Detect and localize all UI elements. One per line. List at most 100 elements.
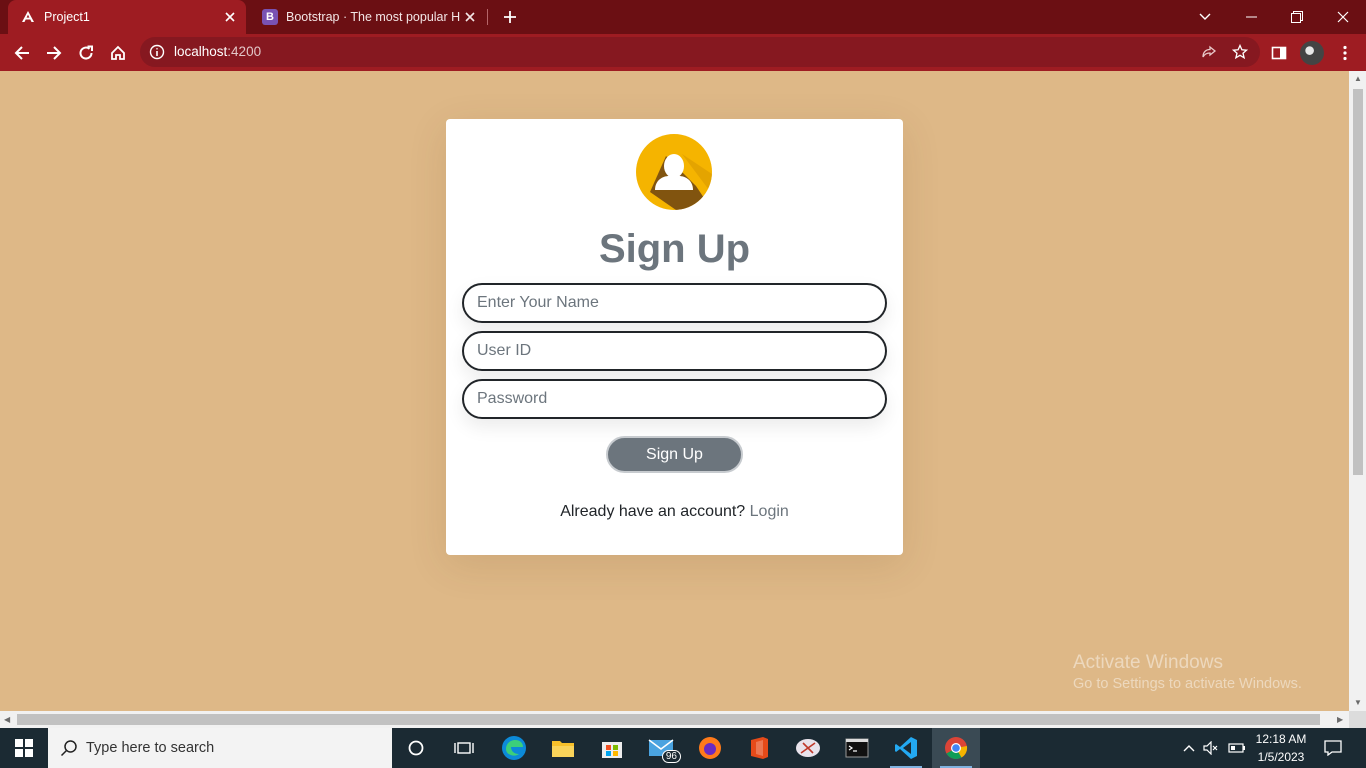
volume-button[interactable] (1200, 728, 1222, 768)
snipping-tool-icon (796, 739, 820, 757)
address-bar[interactable]: localhost:4200 (140, 37, 1260, 67)
close-window-button[interactable] (1320, 0, 1366, 34)
vscode-app[interactable] (882, 728, 930, 768)
page-title: Sign Up (598, 227, 751, 271)
url-host: localhost (174, 44, 228, 59)
home-icon (111, 45, 125, 60)
name-input[interactable] (462, 283, 887, 323)
folder-icon (552, 741, 574, 757)
office-app[interactable] (735, 728, 783, 768)
windows-taskbar: Type here to search 96 12:18 AM 1/5/2023 (0, 728, 1366, 768)
start-button[interactable] (0, 728, 48, 768)
edge-app[interactable] (490, 728, 538, 768)
scrollbar-corner (1349, 711, 1366, 728)
bookmark-button[interactable] (1226, 38, 1254, 66)
windows-logo-icon (15, 739, 33, 757)
url-text: localhost:4200 (174, 44, 261, 59)
tab-title: Project1 (44, 10, 90, 24)
menu-button[interactable] (1331, 39, 1359, 67)
signup-button[interactable]: Sign Up (606, 436, 743, 473)
battery-icon (1228, 743, 1245, 753)
cortana-icon (408, 740, 424, 756)
notifications-button[interactable] (1318, 728, 1348, 768)
forward-button[interactable] (40, 39, 68, 67)
tab-project1[interactable]: Project1 (8, 0, 246, 34)
terminal-app[interactable] (833, 728, 881, 768)
angular-icon (20, 9, 36, 25)
minimize-icon (1245, 16, 1257, 18)
show-hidden-icons-button[interactable] (1180, 728, 1198, 768)
chevron-down-icon (1199, 13, 1211, 20)
profile-avatar[interactable] (1300, 41, 1324, 65)
scroll-up-icon[interactable]: ▲ (1354, 75, 1362, 83)
back-button[interactable] (8, 39, 36, 67)
activation-watermark-subtitle: Go to Settings to activate Windows. (1073, 676, 1302, 692)
home-button[interactable] (104, 39, 132, 67)
bootstrap-icon: B (262, 9, 278, 25)
close-icon (1337, 11, 1349, 23)
volume-muted-icon (1203, 741, 1218, 755)
scroll-right-icon[interactable]: ▶ (1337, 716, 1343, 724)
minimize-button[interactable] (1228, 0, 1274, 34)
firefox-icon (699, 737, 721, 759)
search-icon (60, 740, 77, 757)
side-panel-icon (1271, 46, 1287, 60)
vertical-scroll-thumb[interactable] (1353, 89, 1363, 475)
office-icon (751, 737, 768, 759)
system-clock[interactable]: 12:18 AM 1/5/2023 (1250, 730, 1312, 766)
close-tab-icon[interactable] (460, 7, 480, 27)
tab-bootstrap[interactable]: B Bootstrap · The most popular HTML (250, 0, 486, 34)
share-button[interactable] (1195, 38, 1223, 66)
task-view-icon (454, 742, 474, 754)
cortana-button[interactable] (392, 728, 440, 768)
scroll-down-icon[interactable]: ▼ (1354, 699, 1362, 707)
file-explorer-app[interactable] (539, 728, 587, 768)
chevron-up-icon (1183, 745, 1195, 752)
restore-button[interactable] (1274, 0, 1320, 34)
taskbar-search[interactable]: Type here to search (48, 728, 392, 768)
user-avatar-icon (636, 134, 712, 210)
reload-button[interactable] (72, 39, 100, 67)
tab-search-button[interactable] (1182, 0, 1228, 34)
login-prompt-text: Already have an account? (560, 503, 746, 520)
firefox-app[interactable] (686, 728, 734, 768)
battery-button[interactable] (1226, 728, 1248, 768)
scroll-left-icon[interactable]: ◀ (4, 716, 10, 724)
activation-watermark-title: Activate Windows (1073, 652, 1223, 673)
vscode-icon (895, 737, 917, 759)
login-link[interactable]: Login (750, 503, 789, 520)
new-tab-button[interactable] (498, 5, 522, 29)
edge-icon (502, 736, 526, 760)
side-panel-button[interactable] (1265, 39, 1293, 67)
browser-toolbar: localhost:4200 (0, 34, 1366, 71)
url-port: :4200 (227, 44, 262, 59)
star-icon (1232, 44, 1248, 60)
task-view-button[interactable] (440, 728, 488, 768)
userid-input[interactable] (462, 331, 887, 371)
login-prompt: Already have an account? Login (446, 503, 903, 521)
horizontal-scroll-thumb[interactable] (17, 714, 1320, 725)
signup-card: Sign Up Sign Up Already have an account?… (446, 119, 903, 555)
microsoft-store-app[interactable] (588, 728, 636, 768)
reload-icon (79, 45, 93, 60)
arrow-right-icon (47, 46, 62, 60)
chrome-icon (945, 737, 968, 759)
close-tab-icon[interactable] (220, 7, 240, 27)
mail-app[interactable]: 96 (637, 728, 685, 768)
password-input[interactable] (462, 379, 887, 419)
tab-title: Bootstrap · The most popular HTML (286, 10, 460, 24)
notification-icon (1324, 740, 1342, 756)
chrome-app[interactable] (932, 728, 980, 768)
store-icon (602, 742, 622, 758)
vertical-scrollbar[interactable]: ▲ ▼ (1349, 71, 1366, 711)
info-icon[interactable] (149, 44, 165, 60)
snipping-tool-app[interactable] (784, 728, 832, 768)
page-viewport: Sign Up Sign Up Already have an account?… (0, 71, 1349, 711)
search-placeholder: Type here to search (86, 740, 215, 756)
mail-badge: 96 (661, 750, 681, 763)
share-icon (1202, 45, 1217, 58)
clock-date: 1/5/2023 (1257, 750, 1305, 764)
terminal-icon (845, 738, 869, 758)
horizontal-scrollbar[interactable]: ◀ ▶ (0, 711, 1349, 728)
plus-icon (504, 11, 516, 23)
